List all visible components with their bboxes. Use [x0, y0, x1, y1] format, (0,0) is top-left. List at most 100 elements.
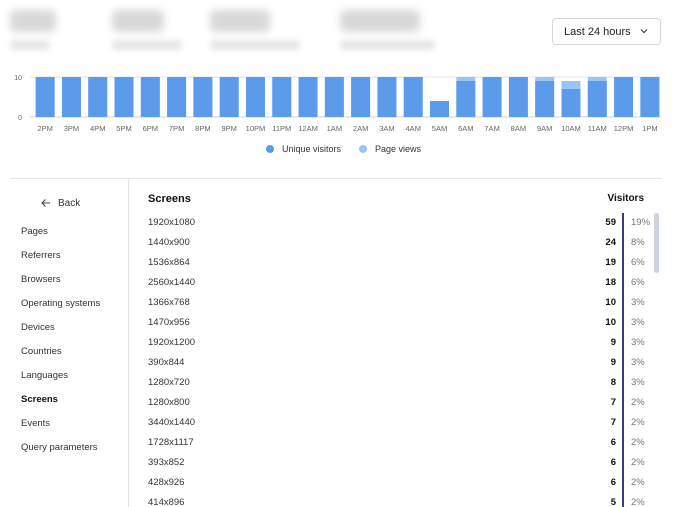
- x-tick-label: 2PM: [37, 124, 52, 133]
- table-row[interactable]: 3440x1440 7 2%: [129, 413, 662, 433]
- bar-unique-visitors: [193, 77, 213, 117]
- row-name: 1920x1200: [148, 337, 196, 348]
- legend-dot: [265, 145, 274, 153]
- x-tick-label: 9AM: [537, 124, 552, 133]
- back-button[interactable]: Back: [40, 197, 80, 209]
- row-name: 414x896: [148, 497, 185, 507]
- row-percent: 2%: [631, 417, 645, 428]
- chevron-down-icon: [640, 29, 648, 34]
- table-row[interactable]: 428x926 6 2%: [129, 473, 662, 493]
- table-row[interactable]: 1280x800 7 2%: [129, 393, 662, 413]
- sidebar-item-languages[interactable]: Languages: [21, 369, 100, 393]
- x-tick-label: 11AM: [588, 124, 607, 133]
- bar-unique-visitors: [140, 77, 160, 117]
- bar-unique-visitors: [272, 77, 292, 117]
- chart-legend: Unique visitors Page views: [0, 144, 687, 154]
- table-row[interactable]: 1920x1080 59 19%: [129, 213, 662, 233]
- sidebar-nav: Pages Referrers Browsers Operating systems D…: [21, 225, 100, 465]
- legend-item-page-views[interactable]: Page views: [359, 144, 421, 154]
- row-count: 6: [610, 437, 616, 448]
- x-tick-label: 2AM: [353, 124, 368, 133]
- x-tick-label: 9PM: [221, 124, 236, 133]
- table-row[interactable]: 390x844 9 3%: [129, 353, 662, 373]
- table-row[interactable]: 2560x1440 18 6%: [129, 273, 662, 293]
- sidebar-item-events[interactable]: Events: [21, 417, 100, 441]
- row-count: 19: [605, 257, 616, 268]
- row-name: 428x926: [148, 477, 185, 488]
- bar-unique-visitors: [377, 77, 397, 117]
- count-divider: [622, 213, 624, 507]
- y-tick-label: 0: [18, 115, 22, 122]
- x-tick-label: 5AM: [432, 124, 447, 133]
- table-row[interactable]: 1920x1200 9 3%: [129, 333, 662, 353]
- stat-card: [210, 10, 300, 50]
- bar-unique-visitors: [246, 77, 265, 117]
- table-row[interactable]: 1470x956 10 3%: [129, 313, 662, 333]
- x-tick-label: 8AM: [511, 124, 526, 133]
- x-tick-label: 6PM: [143, 124, 158, 133]
- bar-unique-visitors: [114, 77, 134, 117]
- row-count: 9: [610, 357, 616, 368]
- back-label: Back: [58, 197, 81, 209]
- row-count: 7: [610, 397, 616, 408]
- sidebar: Back Pages Referrers Browsers Operating sys…: [10, 179, 129, 507]
- sidebar-item-operating-systems[interactable]: Operating systems: [21, 297, 100, 321]
- bar-unique-visitors: [456, 81, 476, 117]
- row-percent: 3%: [631, 337, 645, 348]
- scrollbar[interactable]: [654, 213, 659, 273]
- x-tick-label: 3AM: [379, 124, 394, 133]
- row-percent: 3%: [631, 297, 645, 308]
- row-percent: 2%: [631, 437, 645, 448]
- x-tick-label: 1PM: [642, 124, 657, 133]
- stat-card: [10, 10, 56, 50]
- row-percent: 19%: [631, 217, 651, 228]
- row-name: 1920x1080: [148, 217, 196, 228]
- x-tick-label: 3PM: [64, 124, 79, 133]
- bar-unique-visitors: [587, 81, 607, 117]
- bar-unique-visitors: [324, 77, 344, 117]
- row-count: 6: [610, 457, 616, 468]
- row-percent: 6%: [631, 257, 645, 268]
- legend-item-unique-visitors[interactable]: Unique visitors: [265, 144, 341, 154]
- bar-unique-visitors: [535, 81, 555, 117]
- date-range-select[interactable]: Last 24 hours: [552, 18, 661, 45]
- row-name: 1280x800: [148, 397, 190, 408]
- table-row[interactable]: 1728x1117 6 2%: [129, 433, 662, 453]
- sidebar-item-countries[interactable]: Countries: [21, 345, 100, 369]
- table-row[interactable]: 1536x864 19 6%: [129, 253, 662, 273]
- y-tick-label: 10: [14, 75, 22, 82]
- table-metric-header: Visitors: [607, 193, 645, 204]
- sidebar-item-browsers[interactable]: Browsers: [21, 273, 100, 297]
- bar-unique-visitors: [88, 77, 108, 117]
- screens-table: Screens Visitors 1920x1080 59 19% 1440x900 2…: [129, 179, 662, 507]
- legend-dot: [359, 145, 367, 153]
- table-row[interactable]: 1440x900 24 8%: [129, 233, 662, 253]
- x-tick-label: 5PM: [116, 124, 131, 133]
- row-percent: 2%: [631, 397, 645, 408]
- table-row[interactable]: 393x852 6 2%: [129, 453, 662, 473]
- row-percent: 6%: [631, 277, 645, 288]
- x-tick-label: 10PM: [246, 124, 266, 133]
- bar-unique-visitors: [614, 77, 634, 117]
- table-row[interactable]: 1280x720 8 3%: [129, 373, 662, 393]
- x-tick-label: 10AM: [561, 124, 581, 133]
- row-count: 6: [610, 477, 616, 488]
- row-percent: 3%: [631, 357, 645, 368]
- sidebar-item-query-parameters[interactable]: Query parameters: [21, 441, 100, 465]
- row-count: 9: [610, 337, 616, 348]
- row-count: 10: [605, 297, 616, 308]
- x-tick-label: 8PM: [195, 124, 210, 133]
- sidebar-item-pages[interactable]: Pages: [21, 225, 100, 249]
- legend-label: Unique visitors: [281, 144, 341, 154]
- sidebar-item-screens[interactable]: Screens: [21, 393, 100, 417]
- arrow-left-icon: [41, 199, 50, 207]
- table-row[interactable]: 414x896 5 2%: [129, 493, 662, 507]
- sidebar-item-devices[interactable]: Devices: [21, 321, 100, 345]
- x-tick-label: 7AM: [484, 124, 499, 133]
- row-count: 8: [610, 377, 616, 388]
- sidebar-item-referrers[interactable]: Referrers: [21, 249, 100, 273]
- row-name: 1366x768: [148, 297, 190, 308]
- table-row[interactable]: 1366x768 10 3%: [129, 293, 662, 313]
- bar-unique-visitors: [403, 77, 423, 117]
- row-percent: 2%: [631, 497, 645, 507]
